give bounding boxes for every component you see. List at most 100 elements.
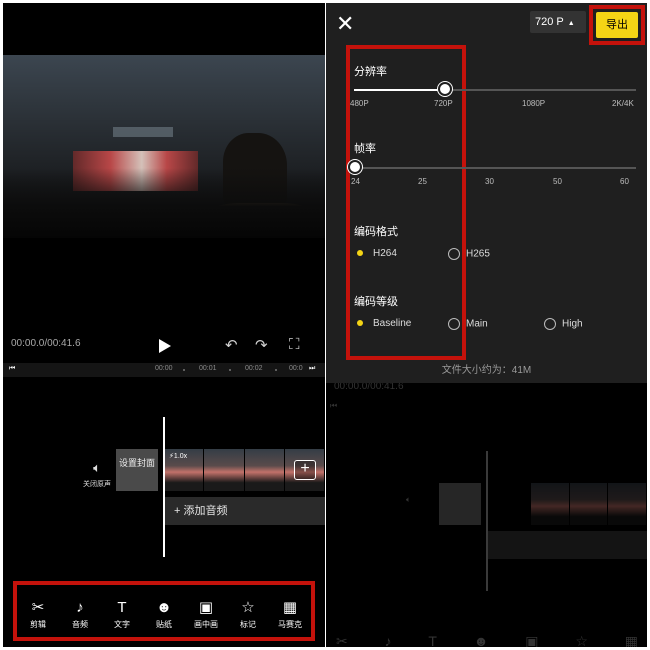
export-button[interactable]: 导出 [596, 12, 638, 38]
skip-start-icon[interactable]: ⏮ [9, 365, 15, 373]
picture-in-picture-icon: ▣ [198, 599, 214, 616]
caret-up-icon: ▲ [567, 20, 575, 27]
dim-playhead [486, 451, 488, 591]
tool-label: 音频 [72, 620, 88, 629]
export-panel: 00:00.0/00:41.6 ⏮ 🔈︎ ✂ ♪ T ☻ ▣ ☆ ▦ ✕ 720 P ▲ 导出… [326, 3, 647, 647]
playback-controls: 00:00.0/00:41.6 ↶ ↷ ⛶ [3, 337, 325, 354]
tool-mosaic[interactable]: ▦ 马赛克 [269, 585, 311, 637]
tool-picture-in-picture[interactable]: ▣ 画中画 [185, 585, 227, 637]
dim-ruler: ⏮ [330, 401, 338, 410]
resolution-tick: 480P [350, 99, 369, 108]
add-audio-button[interactable]: + 添加音频 [164, 497, 325, 525]
speed-label: 1.0x [173, 453, 188, 460]
fullscreen-icon[interactable]: ⛶ [289, 337, 300, 352]
speed-badge: ⚡1.0x [169, 453, 188, 460]
profile-option-label: High [562, 318, 583, 330]
clip-frame [244, 449, 285, 491]
resolution-tick: 720P [434, 99, 453, 108]
ruler-dot [229, 369, 231, 371]
profile-option-high[interactable]: High [544, 318, 583, 330]
music-note-icon: ♪ [76, 599, 84, 616]
undo-icon[interactable]: ↶ [225, 338, 238, 353]
dim-clip-strip [531, 483, 647, 525]
redo-icon[interactable]: ↷ [255, 338, 268, 353]
resolution-title: 分辨率 [354, 66, 387, 78]
editor-panel: 00:00.0/00:41.6 ↶ ↷ ⛶ ⏮ 00:00 00:01 00:0… [3, 3, 325, 647]
dim-cover [439, 483, 481, 525]
bottom-toolbar: ✂ 剪辑 ♪ 音频 T 文字 ☻ 贴纸 ▣ 画中画 ☆ 标记 ▦ 马赛克 [13, 581, 315, 641]
profile-title: 编码等级 [354, 296, 398, 308]
codec-option-h265[interactable]: H265 [448, 248, 490, 260]
profile-option-label: Baseline [373, 318, 412, 329]
tool-label: 文字 [114, 620, 130, 629]
resolution-knob[interactable] [438, 82, 452, 96]
timecode: 00:00.0/00:41.6 [11, 338, 81, 349]
tool-smiley[interactable]: ☻ 贴纸 [143, 585, 185, 637]
tool-label: 马赛克 [278, 620, 302, 629]
ruler-dot [275, 369, 277, 371]
profile-option-baseline[interactable]: Baseline [354, 318, 411, 329]
framerate-tick: 24 [351, 177, 360, 186]
text-icon: T [117, 599, 127, 616]
ruler-label: 00:01 [199, 365, 217, 372]
play-icon[interactable] [159, 339, 171, 353]
set-cover-button[interactable]: 设置封面 [116, 449, 158, 491]
codec-option-label: H265 [466, 248, 490, 260]
mosaic-icon: ▦ [282, 599, 298, 616]
resolution-value: 720 P [535, 16, 564, 28]
star-badge-icon: ☆ [241, 599, 255, 616]
file-size-estimate: 文件大小约为：41M [441, 365, 532, 376]
tool-label: 剪辑 [30, 620, 46, 629]
tool-label: 画中画 [194, 620, 218, 629]
video-preview[interactable] [3, 55, 325, 238]
framerate-tick: 30 [485, 177, 494, 186]
tool-label: 标记 [240, 620, 256, 629]
playhead[interactable] [163, 417, 165, 557]
tool-star-badge[interactable]: ☆ 标记 [227, 585, 269, 637]
framerate-slider[interactable] [354, 167, 636, 169]
dim-mute: 🔈︎ [406, 495, 411, 504]
profile-option-label: Main [466, 318, 488, 330]
resolution-tick: 2K/4K [612, 99, 634, 108]
tool-label: 贴纸 [156, 620, 172, 629]
tool-text[interactable]: T 文字 [101, 585, 143, 637]
radio-selected-icon [357, 250, 363, 257]
framerate-title: 帧率 [354, 143, 376, 155]
radio-empty-icon [448, 248, 460, 260]
radio-empty-icon [544, 318, 556, 330]
stage-light [113, 127, 173, 137]
export-settings-sheet: ✕ 720 P ▲ 导出 分辨率 480P 720P 1080P 2K/4K 帧率… [326, 3, 647, 383]
smiley-icon: ☻ [156, 599, 172, 616]
time-ruler: ⏮ 00:00 00:01 00:02 00:0 ⏭ [3, 363, 325, 377]
resolution-tick: 1080P [522, 99, 546, 108]
codec-option-h264[interactable]: H264 [354, 248, 397, 259]
codec-title: 编码格式 [354, 226, 398, 238]
framerate-tick: 60 [620, 177, 629, 186]
export-highlight: 导出 [589, 5, 645, 45]
crowd-shadow [3, 168, 325, 238]
ruler-label: 00:00 [155, 365, 173, 372]
framerate-tick: 50 [553, 177, 562, 186]
skip-end-icon[interactable]: ⏭ [309, 365, 315, 373]
ruler-label: 00:0 [289, 365, 303, 372]
tool-scissors[interactable]: ✂ 剪辑 [17, 585, 59, 637]
radio-empty-icon [448, 318, 460, 330]
radio-selected-icon [357, 320, 363, 327]
ruler-label: 00:02 [245, 365, 263, 372]
tool-music-note[interactable]: ♪ 音频 [59, 585, 101, 637]
codec-option-label: H264 [373, 248, 397, 259]
ruler-dot [183, 369, 185, 371]
timeline[interactable]: 🔈︎ 关闭原声 设置封面 ⚡1.0x + + 添加音频 [3, 377, 325, 577]
close-icon[interactable]: ✕ [336, 13, 354, 35]
profile-option-main[interactable]: Main [448, 318, 488, 330]
framerate-tick: 25 [418, 177, 427, 186]
add-clip-button[interactable]: + [294, 460, 316, 480]
dim-add-audio [487, 531, 647, 559]
resolution-slider-fill [354, 89, 446, 91]
dim-toolbar: ✂ ♪ T ☻ ▣ ☆ ▦ [336, 633, 638, 647]
mute-original-button[interactable]: 🔈︎ 关闭原声 [77, 459, 117, 489]
scissors-icon: ✂ [31, 599, 45, 616]
mute-label: 关闭原声 [83, 481, 111, 488]
framerate-knob[interactable] [348, 160, 362, 174]
resolution-dropdown[interactable]: 720 P ▲ [530, 11, 586, 33]
